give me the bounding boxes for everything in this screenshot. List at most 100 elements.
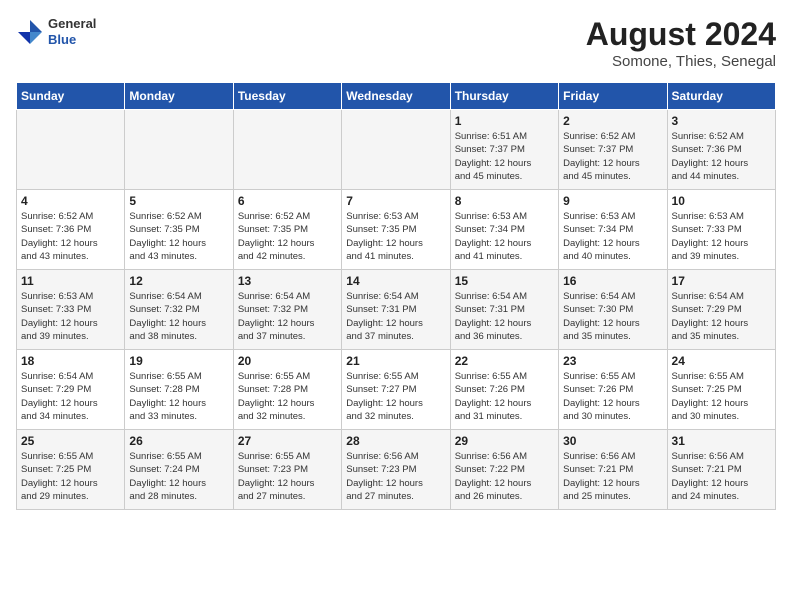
day-info: Sunrise: 6:51 AMSunset: 7:37 PMDaylight:…	[455, 130, 554, 183]
day-number: 9	[563, 194, 662, 208]
day-cell-3: 3Sunrise: 6:52 AMSunset: 7:36 PMDaylight…	[667, 110, 775, 190]
weekday-header-thursday: Thursday	[450, 83, 558, 110]
day-number: 22	[455, 354, 554, 368]
day-cell-7: 7 Sunrise: 6:53 AMSunset: 7:35 PMDaylight…	[342, 190, 450, 270]
day-number: 11	[21, 274, 120, 288]
day-info: Sunrise: 6:53 AMSunset: 7:34 PMDaylight:…	[563, 210, 662, 263]
day-info: Sunrise: 6:54 AMSunset: 7:32 PMDaylight:…	[129, 290, 228, 343]
day-number: 18	[21, 354, 120, 368]
month-year-title: August 2024	[586, 16, 776, 53]
logo-blue: Blue	[48, 32, 96, 48]
day-info: Sunrise: 6:54 AMSunset: 7:32 PMDaylight:…	[238, 290, 337, 343]
logo-text: General Blue	[48, 16, 96, 47]
empty-cell	[233, 110, 341, 190]
day-cell-26: 26 Sunrise: 6:55 AMSunset: 7:24 PMDayligh…	[125, 430, 233, 510]
day-number: 10	[672, 194, 771, 208]
day-cell-17: 17 Sunrise: 6:54 AMSunset: 7:29 PMDayligh…	[667, 270, 775, 350]
day-cell-16: 16 Sunrise: 6:54 AMSunset: 7:30 PMDayligh…	[559, 270, 667, 350]
day-cell-31: 31Sunrise: 6:56 AMSunset: 7:21 PMDayligh…	[667, 430, 775, 510]
day-info: Sunrise: 6:54 AMSunset: 7:31 PMDaylight:…	[346, 290, 445, 343]
day-info: Sunrise: 6:54 AMSunset: 7:29 PMDaylight:…	[672, 290, 771, 343]
empty-cell	[125, 110, 233, 190]
day-cell-30: 30 Sunrise: 6:56 AMSunset: 7:21 PMDayligh…	[559, 430, 667, 510]
weekday-header-wednesday: Wednesday	[342, 83, 450, 110]
day-number: 24	[672, 354, 771, 368]
page-header: General Blue August 2024 Somone, Thies, …	[16, 16, 776, 70]
week-row-4: 18 Sunrise: 6:54 AMSunset: 7:29 PMDayligh…	[17, 350, 776, 430]
day-number: 21	[346, 354, 445, 368]
day-cell-5: 5Sunrise: 6:52 AMSunset: 7:35 PMDaylight…	[125, 190, 233, 270]
day-number: 7	[346, 194, 445, 208]
day-number: 8	[455, 194, 554, 208]
day-info: Sunrise: 6:53 AMSunset: 7:35 PMDaylight:…	[346, 210, 445, 263]
week-row-3: 11 Sunrise: 6:53 AMSunset: 7:33 PMDayligh…	[17, 270, 776, 350]
day-cell-6: 6Sunrise: 6:52 AMSunset: 7:35 PMDaylight…	[233, 190, 341, 270]
day-cell-28: 28 Sunrise: 6:56 AMSunset: 7:23 PMDayligh…	[342, 430, 450, 510]
day-number: 29	[455, 434, 554, 448]
logo: General Blue	[16, 16, 96, 47]
day-number: 28	[346, 434, 445, 448]
day-info: Sunrise: 6:53 AMSunset: 7:34 PMDaylight:…	[455, 210, 554, 263]
day-info: Sunrise: 6:52 AMSunset: 7:35 PMDaylight:…	[129, 210, 228, 263]
weekday-header-saturday: Saturday	[667, 83, 775, 110]
day-info: Sunrise: 6:55 AMSunset: 7:23 PMDaylight:…	[238, 450, 337, 503]
day-number: 25	[21, 434, 120, 448]
logo-general: General	[48, 16, 96, 32]
day-cell-2: 2 Sunrise: 6:52 AMSunset: 7:37 PMDaylight…	[559, 110, 667, 190]
day-cell-11: 11 Sunrise: 6:53 AMSunset: 7:33 PMDayligh…	[17, 270, 125, 350]
logo-icon	[16, 18, 44, 46]
day-info: Sunrise: 6:55 AMSunset: 7:26 PMDaylight:…	[563, 370, 662, 423]
day-cell-20: 20 Sunrise: 6:55 AMSunset: 7:28 PMDayligh…	[233, 350, 341, 430]
day-number: 23	[563, 354, 662, 368]
day-cell-27: 27Sunrise: 6:55 AMSunset: 7:23 PMDayligh…	[233, 430, 341, 510]
day-number: 14	[346, 274, 445, 288]
week-row-1: 1 Sunrise: 6:51 AMSunset: 7:37 PMDaylight…	[17, 110, 776, 190]
day-number: 19	[129, 354, 228, 368]
day-info: Sunrise: 6:53 AMSunset: 7:33 PMDaylight:…	[672, 210, 771, 263]
day-info: Sunrise: 6:55 AMSunset: 7:25 PMDaylight:…	[672, 370, 771, 423]
day-cell-12: 12 Sunrise: 6:54 AMSunset: 7:32 PMDayligh…	[125, 270, 233, 350]
day-info: Sunrise: 6:52 AMSunset: 7:37 PMDaylight:…	[563, 130, 662, 183]
day-cell-22: 22Sunrise: 6:55 AMSunset: 7:26 PMDayligh…	[450, 350, 558, 430]
day-cell-10: 10 Sunrise: 6:53 AMSunset: 7:33 PMDayligh…	[667, 190, 775, 270]
day-cell-21: 21 Sunrise: 6:55 AMSunset: 7:27 PMDayligh…	[342, 350, 450, 430]
weekday-header-sunday: Sunday	[17, 83, 125, 110]
day-info: Sunrise: 6:55 AMSunset: 7:28 PMDaylight:…	[238, 370, 337, 423]
day-info: Sunrise: 6:56 AMSunset: 7:21 PMDaylight:…	[563, 450, 662, 503]
day-number: 2	[563, 114, 662, 128]
weekday-header-friday: Friday	[559, 83, 667, 110]
day-number: 30	[563, 434, 662, 448]
week-row-5: 25Sunrise: 6:55 AMSunset: 7:25 PMDayligh…	[17, 430, 776, 510]
calendar-table: SundayMondayTuesdayWednesdayThursdayFrid…	[16, 82, 776, 510]
day-info: Sunrise: 6:52 AMSunset: 7:36 PMDaylight:…	[21, 210, 120, 263]
day-cell-9: 9 Sunrise: 6:53 AMSunset: 7:34 PMDaylight…	[559, 190, 667, 270]
day-info: Sunrise: 6:56 AMSunset: 7:21 PMDaylight:…	[672, 450, 771, 503]
day-number: 12	[129, 274, 228, 288]
day-number: 4	[21, 194, 120, 208]
day-number: 16	[563, 274, 662, 288]
day-number: 17	[672, 274, 771, 288]
day-cell-1: 1 Sunrise: 6:51 AMSunset: 7:37 PMDaylight…	[450, 110, 558, 190]
day-info: Sunrise: 6:54 AMSunset: 7:30 PMDaylight:…	[563, 290, 662, 343]
weekday-header-tuesday: Tuesday	[233, 83, 341, 110]
day-number: 1	[455, 114, 554, 128]
day-number: 26	[129, 434, 228, 448]
day-info: Sunrise: 6:55 AMSunset: 7:24 PMDaylight:…	[129, 450, 228, 503]
day-cell-23: 23 Sunrise: 6:55 AMSunset: 7:26 PMDayligh…	[559, 350, 667, 430]
weekday-header-monday: Monday	[125, 83, 233, 110]
day-cell-25: 25Sunrise: 6:55 AMSunset: 7:25 PMDayligh…	[17, 430, 125, 510]
day-number: 20	[238, 354, 337, 368]
day-cell-13: 13 Sunrise: 6:54 AMSunset: 7:32 PMDayligh…	[233, 270, 341, 350]
day-info: Sunrise: 6:54 AMSunset: 7:31 PMDaylight:…	[455, 290, 554, 343]
day-cell-19: 19Sunrise: 6:55 AMSunset: 7:28 PMDayligh…	[125, 350, 233, 430]
day-info: Sunrise: 6:56 AMSunset: 7:23 PMDaylight:…	[346, 450, 445, 503]
day-info: Sunrise: 6:53 AMSunset: 7:33 PMDaylight:…	[21, 290, 120, 343]
calendar-body: 1 Sunrise: 6:51 AMSunset: 7:37 PMDaylight…	[17, 110, 776, 510]
weekday-row: SundayMondayTuesdayWednesdayThursdayFrid…	[17, 83, 776, 110]
day-number: 13	[238, 274, 337, 288]
day-info: Sunrise: 6:52 AMSunset: 7:36 PMDaylight:…	[672, 130, 771, 183]
day-cell-8: 8 Sunrise: 6:53 AMSunset: 7:34 PMDaylight…	[450, 190, 558, 270]
day-number: 15	[455, 274, 554, 288]
day-info: Sunrise: 6:55 AMSunset: 7:27 PMDaylight:…	[346, 370, 445, 423]
day-info: Sunrise: 6:54 AMSunset: 7:29 PMDaylight:…	[21, 370, 120, 423]
